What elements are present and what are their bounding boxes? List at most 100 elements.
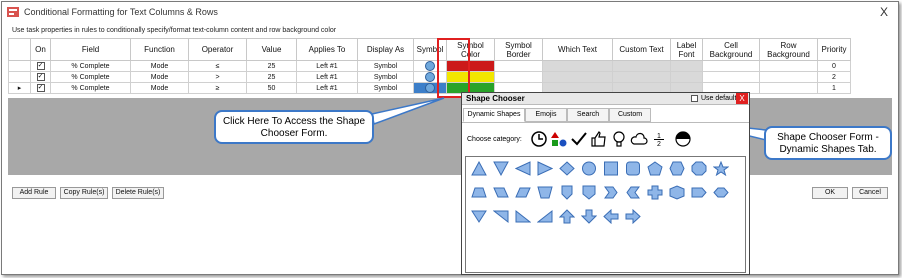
square-shape-icon[interactable] <box>603 161 619 176</box>
triangle-down-shape-icon[interactable] <box>493 161 509 177</box>
value-cell[interactable]: 50 <box>246 82 297 94</box>
row-background-cell[interactable] <box>759 82 818 94</box>
field-cell[interactable]: % Complete <box>50 82 131 94</box>
function-cell[interactable]: Mode <box>130 71 189 83</box>
shield-shape-icon[interactable] <box>559 185 575 200</box>
col-header-cell-background[interactable]: Cell Background <box>702 38 760 61</box>
col-header-on[interactable]: On <box>30 38 51 61</box>
col-header-which-text[interactable]: Which Text <box>542 38 613 61</box>
arrow-banner-shape-icon[interactable] <box>691 185 707 200</box>
corner-triangle-br-shape-icon[interactable] <box>536 209 553 224</box>
col-header-applies-to[interactable]: Applies To <box>296 38 358 61</box>
value-cell[interactable]: 25 <box>246 60 297 72</box>
col-header-display-as[interactable]: Display As <box>357 38 414 61</box>
on-checkbox-cell[interactable]: ✓ <box>30 82 51 94</box>
thumbs-up-icon[interactable] <box>590 130 608 148</box>
corner-triangle-tr-shape-icon[interactable] <box>492 209 509 224</box>
cloud-icon[interactable] <box>630 130 648 148</box>
col-header-operator[interactable]: Operator <box>188 38 247 61</box>
trapezoid-shape-icon[interactable] <box>471 185 487 200</box>
clock-icon[interactable] <box>530 130 548 148</box>
triangle-left-shape-icon[interactable] <box>514 161 531 176</box>
shapes-icon[interactable] <box>550 130 568 148</box>
priority-cell[interactable]: 0 <box>817 60 851 72</box>
col-header-custom-text[interactable]: Custom Text <box>612 38 671 61</box>
diamond-shape-icon[interactable] <box>559 161 575 176</box>
tab-emojis[interactable]: Emojis <box>525 108 567 122</box>
circle-shape-icon[interactable] <box>581 161 597 176</box>
on-checkbox[interactable]: ✓ <box>36 84 45 92</box>
symbol-border-cell[interactable] <box>494 60 543 72</box>
double-chevron-shape-icon[interactable] <box>713 185 729 200</box>
display-as-cell[interactable]: Symbol <box>357 82 414 94</box>
applies-to-cell[interactable]: Left #1 <box>296 82 358 94</box>
hexagon-shape-icon[interactable] <box>669 161 685 176</box>
applies-to-cell[interactable]: Left #1 <box>296 60 358 72</box>
star-shape-icon[interactable] <box>712 160 730 177</box>
table-row[interactable]: ✓ % Complete Mode ≤ 25 Left #1 Symbol 0 <box>8 60 851 72</box>
field-cell[interactable]: % Complete <box>50 71 131 83</box>
arrow-right-shape-icon[interactable] <box>625 208 641 225</box>
lightbulb-icon[interactable] <box>610 130 628 148</box>
copy-rules-button[interactable]: Copy Rule(s) <box>60 187 108 199</box>
cell-background-cell[interactable] <box>702 60 760 72</box>
symbol-border-cell[interactable] <box>494 71 543 83</box>
col-header-field[interactable]: Field <box>50 38 131 61</box>
chevron-right-shape-icon[interactable] <box>603 185 619 200</box>
col-header-row-background[interactable]: Row Background <box>759 38 818 61</box>
pentagon-shape-icon[interactable] <box>647 161 663 176</box>
col-header-priority[interactable]: Priority <box>817 38 851 61</box>
operator-cell[interactable]: ≥ <box>188 82 247 94</box>
display-as-cell[interactable]: Symbol <box>357 60 414 72</box>
hexagon-flat-shape-icon[interactable] <box>669 185 685 200</box>
checkmark-icon[interactable] <box>570 130 588 148</box>
triangle-up-shape-icon[interactable] <box>471 160 487 176</box>
operator-cell[interactable]: > <box>188 71 247 83</box>
field-cell[interactable]: % Complete <box>50 60 131 72</box>
tab-custom[interactable]: Custom <box>609 108 651 122</box>
on-checkbox-cell[interactable]: ✓ <box>30 60 51 72</box>
triangle-right-shape-icon[interactable] <box>537 161 554 176</box>
delete-rules-button[interactable]: Delete Rule(s) <box>112 187 164 199</box>
shape-chooser-close-button[interactable]: X <box>736 93 748 104</box>
row-background-cell[interactable] <box>759 60 818 72</box>
ok-button[interactable]: OK <box>812 187 848 199</box>
arrow-left-shape-icon[interactable] <box>603 208 619 225</box>
arrow-down-shape-icon[interactable] <box>580 209 598 224</box>
use-default-checkbox[interactable] <box>691 95 698 102</box>
on-checkbox[interactable]: ✓ <box>36 73 45 81</box>
trapezoid-inverted-shape-icon[interactable] <box>537 185 553 200</box>
corner-triangle-bl-shape-icon[interactable] <box>515 209 532 224</box>
cell-background-cell[interactable] <box>702 71 760 83</box>
parallelogram-right-shape-icon[interactable] <box>493 185 509 200</box>
operator-cell[interactable]: ≤ <box>188 60 247 72</box>
tab-dynamic-shapes[interactable]: Dynamic Shapes <box>463 108 525 122</box>
col-header-label-font[interactable]: Label Font <box>670 38 703 61</box>
col-header-function[interactable]: Function <box>130 38 189 61</box>
corner-triangle-tl-shape-icon[interactable] <box>471 209 487 224</box>
applies-to-cell[interactable]: Left #1 <box>296 71 358 83</box>
priority-cell[interactable]: 1 <box>817 82 851 94</box>
col-header-value[interactable]: Value <box>246 38 297 61</box>
arrow-up-shape-icon[interactable] <box>558 209 576 224</box>
octagon-shape-icon[interactable] <box>691 161 707 176</box>
rounded-square-shape-icon[interactable] <box>625 161 641 176</box>
window-close-button[interactable]: X <box>880 5 888 19</box>
function-cell[interactable]: Mode <box>130 82 189 94</box>
cancel-button[interactable]: Cancel <box>852 187 888 199</box>
value-cell[interactable]: 25 <box>246 71 297 83</box>
parallelogram-left-shape-icon[interactable] <box>515 185 531 200</box>
cross-shape-icon[interactable] <box>647 185 663 200</box>
col-header-symbol-border[interactable]: Symbol Border <box>494 38 543 61</box>
chevron-left-shape-icon[interactable] <box>625 185 641 200</box>
display-as-cell[interactable]: Symbol <box>357 71 414 83</box>
on-checkbox[interactable]: ✓ <box>36 62 45 70</box>
on-checkbox-cell[interactable]: ✓ <box>30 71 51 83</box>
fraction-icon[interactable]: 1 2 <box>650 130 668 148</box>
row-background-cell[interactable] <box>759 71 818 83</box>
tab-search[interactable]: Search <box>567 108 609 122</box>
function-cell[interactable]: Mode <box>130 60 189 72</box>
half-circle-icon[interactable] <box>674 130 692 148</box>
table-row[interactable]: ✓ % Complete Mode > 25 Left #1 Symbol 2 <box>8 71 851 83</box>
add-rule-button[interactable]: Add Rule <box>12 187 56 199</box>
